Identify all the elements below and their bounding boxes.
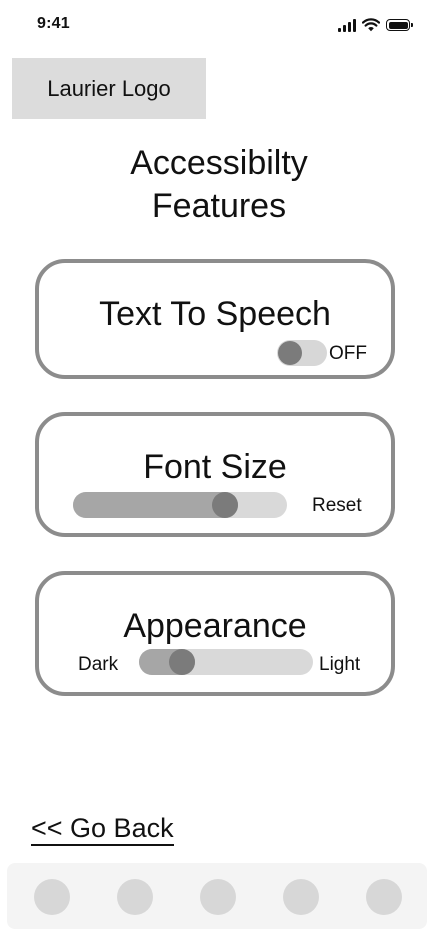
text-to-speech-state: OFF [329, 343, 367, 364]
wifi-icon [362, 18, 380, 32]
toggle-knob [278, 341, 302, 365]
nav-tab-1[interactable] [34, 879, 70, 915]
nav-tab-3[interactable] [200, 879, 236, 915]
logo-text: Laurier Logo [47, 75, 171, 101]
go-back-link[interactable]: << Go Back [31, 812, 174, 846]
nav-tab-4[interactable] [283, 879, 319, 915]
appearance-slider[interactable] [139, 649, 313, 675]
appearance-slider-handle[interactable] [168, 649, 195, 675]
text-to-speech-toggle[interactable] [277, 340, 327, 366]
font-size-title: Font Size [143, 448, 287, 486]
text-to-speech-title: Text To Speech [99, 295, 331, 333]
signal-icon [338, 18, 356, 32]
battery-icon [386, 19, 413, 31]
appearance-card: Appearance Dark Light [35, 571, 395, 696]
font-size-reset-button[interactable]: Reset [312, 495, 362, 517]
status-time: 9:41 [37, 15, 70, 32]
nav-tab-2[interactable] [117, 879, 153, 915]
page-title: Accessibilty Features [130, 144, 308, 225]
font-size-slider[interactable] [73, 492, 287, 518]
font-size-slider-handle[interactable] [212, 492, 239, 518]
status-bar: 9:41 [0, 0, 428, 50]
status-icons [338, 16, 413, 34]
text-to-speech-card: Text To Speech OFF [35, 259, 395, 379]
nav-tab-5[interactable] [366, 879, 402, 915]
appearance-dark-label: Dark [78, 654, 119, 675]
font-size-card: Font Size Reset [35, 412, 395, 537]
appearance-light-label: Light [319, 654, 361, 675]
logo-placeholder: Laurier Logo [12, 58, 206, 119]
bottom-nav-bar [7, 863, 427, 929]
appearance-title: Appearance [123, 607, 307, 645]
